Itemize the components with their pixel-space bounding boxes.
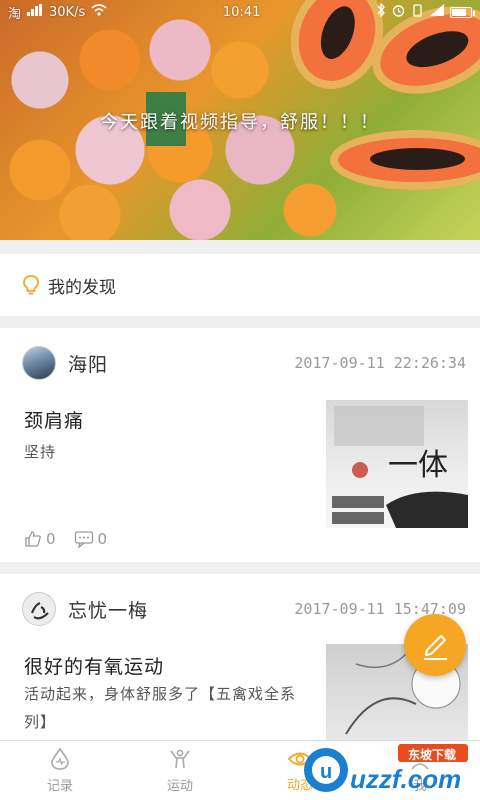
lightbulb-icon <box>22 274 40 296</box>
post-username[interactable]: 海阳 <box>68 350 108 377</box>
clock: 10:41 <box>222 4 261 20</box>
post-time: 2017-09-11 22:26:34 <box>294 354 466 372</box>
compose-button[interactable] <box>404 614 466 676</box>
carrier-label: 淘 <box>8 6 22 22</box>
comment-count: 0 <box>97 530 108 548</box>
network-speed: 30K/s <box>49 4 86 20</box>
avatar[interactable] <box>22 346 56 380</box>
thumbs-up-icon <box>25 531 41 547</box>
section-header-discoveries: 我的发现 <box>0 254 480 316</box>
nav-label: 记录 <box>46 779 73 794</box>
battery-icon <box>450 6 475 18</box>
like-count: 0 <box>46 530 56 548</box>
watermark-logo: u 东坡下载 uzzf.com <box>300 740 475 796</box>
exercise-icon <box>170 749 190 769</box>
post-title: 很好的有氧运动 <box>24 656 165 678</box>
nav-item-exercise[interactable]: 运动 <box>120 741 240 800</box>
post-card[interactable]: 海阳 2017-09-11 22:26:34 颈肩痛 坚持 一体 0 0 <box>0 328 480 562</box>
post-username[interactable]: 忘忧一梅 <box>68 596 148 623</box>
status-bar: 淘 30K/s 10:41 <box>0 0 480 24</box>
banner-caption: 今天跟着视频指导，舒服！！！ <box>100 112 380 133</box>
watermark-text: 东坡下载 <box>408 748 457 762</box>
nav-item-records[interactable]: 记录 <box>0 741 120 800</box>
section-title: 我的发现 <box>48 277 116 298</box>
signal-icon <box>27 4 43 20</box>
post-body: 坚持 <box>24 443 57 461</box>
avatar[interactable] <box>22 592 56 626</box>
comment-icon <box>74 531 93 548</box>
post-body: 活动起来，身体舒服多了【五禽戏全系列】 <box>24 685 297 731</box>
wifi-icon <box>91 4 107 20</box>
nav-label: 运动 <box>166 779 193 794</box>
pencil-icon <box>424 635 447 660</box>
watermark-domain: uzzf.com <box>350 764 462 794</box>
like-button[interactable]: 0 <box>24 530 56 548</box>
vibrate-icon <box>411 3 424 21</box>
thumbnail-caption: 一体 <box>388 448 448 483</box>
post-title: 颈肩痛 <box>24 410 85 432</box>
post-thumbnail[interactable]: 一体 <box>326 400 468 528</box>
bluetooth-icon <box>376 2 386 21</box>
signal-strength-icon <box>430 4 444 20</box>
svg-text:u: u <box>320 761 332 783</box>
papaya-shape <box>330 130 480 190</box>
drop-icon <box>51 747 69 770</box>
comment-button[interactable]: 0 <box>74 530 108 548</box>
banner-image[interactable]: 今天跟着视频指导，舒服！！！ <box>0 0 480 240</box>
alarm-icon <box>392 4 405 21</box>
